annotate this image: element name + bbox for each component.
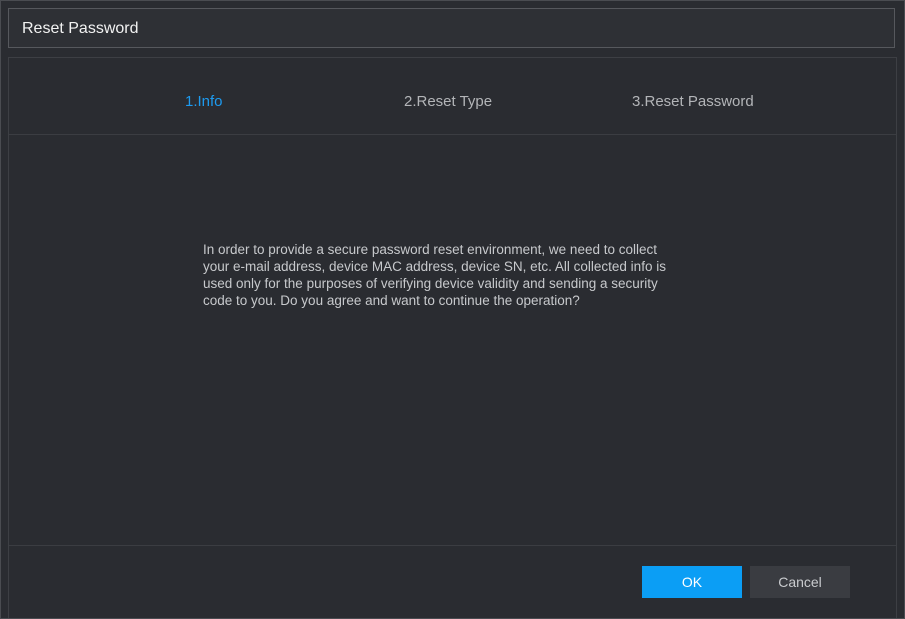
step-reset-type: 2.Reset Type <box>404 93 493 110</box>
step-info: 1.Info <box>185 93 223 110</box>
dialog-title: Reset Password <box>22 20 139 37</box>
dialog-title-bar[interactable]: Reset Password <box>8 8 895 48</box>
privacy-notice-line: used only for the purposes of verifying … <box>203 276 658 291</box>
privacy-notice: In order to provide a secure password re… <box>203 241 703 309</box>
privacy-notice-line: your e-mail address, device MAC address,… <box>203 259 666 274</box>
dialog-content: 1.Info 2.Reset Type 3.Reset Password In … <box>8 57 897 618</box>
step-indicator: 1.Info 2.Reset Type 3.Reset Password <box>9 58 896 135</box>
privacy-notice-line: code to you. Do you agree and want to co… <box>203 293 580 308</box>
step-reset-password: 3.Reset Password <box>632 93 754 110</box>
reset-password-dialog: Reset Password 1.Info 2.Reset Type 3.Res… <box>0 0 905 619</box>
privacy-notice-line: In order to provide a secure password re… <box>203 242 657 257</box>
ok-button[interactable]: OK <box>642 566 742 598</box>
cancel-button[interactable]: Cancel <box>750 566 850 598</box>
footer-divider <box>9 545 896 546</box>
